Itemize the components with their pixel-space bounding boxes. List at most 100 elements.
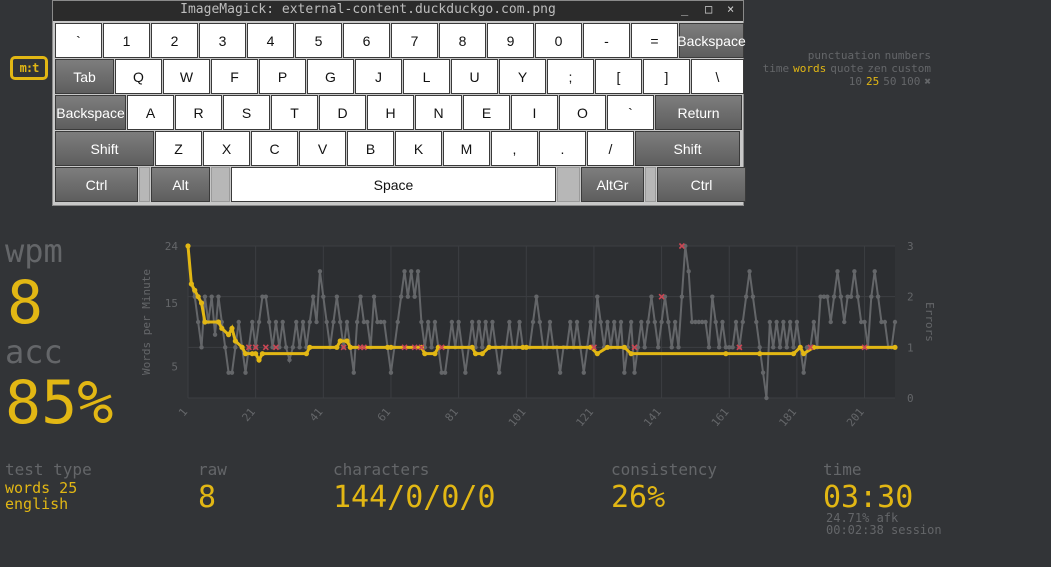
wpm-point bbox=[198, 300, 205, 306]
wrench-icon[interactable]: ✖ bbox=[924, 75, 931, 88]
raw-point bbox=[530, 319, 536, 325]
wpm-point bbox=[621, 344, 627, 350]
raw-point bbox=[568, 319, 573, 325]
key-q: Q bbox=[115, 59, 162, 94]
y2-axis-label: Errors bbox=[923, 302, 936, 342]
raw-label: raw bbox=[198, 460, 227, 479]
y2-tick-label: 2 bbox=[907, 291, 914, 304]
test-type-words: words 25 bbox=[5, 479, 78, 497]
key-h: H bbox=[367, 95, 414, 130]
key-3: 3 bbox=[199, 23, 246, 58]
raw-point bbox=[334, 294, 340, 299]
key-6: 6 bbox=[343, 23, 390, 58]
wpm-point bbox=[185, 243, 191, 249]
key-4: 4 bbox=[247, 23, 294, 58]
wpm-value: 8 bbox=[7, 268, 44, 338]
raw-point bbox=[882, 319, 888, 325]
raw-point bbox=[706, 345, 712, 350]
y2-tick-label: 3 bbox=[907, 240, 914, 253]
key-a: A bbox=[127, 95, 174, 130]
key-/: / bbox=[587, 131, 634, 166]
key-k: K bbox=[395, 131, 442, 166]
wpm-point bbox=[604, 344, 611, 350]
raw-point bbox=[243, 370, 248, 375]
raw-point bbox=[344, 319, 350, 325]
raw-point bbox=[679, 294, 685, 299]
maximize-icon[interactable]: □ bbox=[705, 2, 712, 16]
raw-point bbox=[229, 370, 235, 375]
wpm-point bbox=[232, 338, 238, 344]
raw-point bbox=[828, 319, 833, 325]
key-.: . bbox=[539, 131, 586, 166]
test-type-language: english bbox=[5, 495, 69, 513]
raw-point bbox=[848, 294, 854, 299]
raw-point bbox=[273, 319, 279, 325]
monkeytype-logo[interactable]: m:t bbox=[10, 56, 48, 80]
key-u: U bbox=[451, 59, 498, 94]
count-100[interactable]: 100 bbox=[901, 75, 921, 88]
mode-custom[interactable]: custom bbox=[891, 62, 931, 75]
wpm-point bbox=[242, 351, 249, 357]
key-=: = bbox=[631, 23, 678, 58]
key-c: C bbox=[251, 131, 298, 166]
count-50[interactable]: 50 bbox=[883, 75, 896, 88]
raw-point bbox=[767, 319, 773, 325]
y2-tick-label: 1 bbox=[907, 341, 914, 354]
raw-point bbox=[831, 294, 837, 299]
wpm-point bbox=[192, 287, 198, 293]
key-altgr: AltGr bbox=[581, 167, 644, 202]
mode-quote[interactable]: quote bbox=[830, 62, 863, 75]
raw-point bbox=[537, 319, 543, 325]
raw-point bbox=[730, 345, 735, 350]
key-1: 1 bbox=[103, 23, 150, 58]
key-2: 2 bbox=[151, 23, 198, 58]
wpm-point bbox=[229, 325, 235, 331]
raw-point bbox=[382, 319, 387, 325]
key-m: M bbox=[443, 131, 490, 166]
mode-time[interactable]: time bbox=[763, 62, 790, 75]
raw-point bbox=[317, 269, 323, 274]
wpm-point bbox=[303, 351, 309, 357]
wpm-point bbox=[259, 351, 266, 357]
wpm-point bbox=[892, 344, 898, 350]
raw-point bbox=[358, 294, 363, 299]
wpm-point bbox=[479, 351, 485, 357]
wpm-point bbox=[797, 344, 803, 350]
y2-tick-label: 0 bbox=[907, 392, 914, 405]
raw-point bbox=[869, 294, 874, 299]
key-ctrl: Ctrl bbox=[657, 167, 746, 202]
key-return: Return bbox=[655, 95, 742, 130]
count-25[interactable]: 25 bbox=[866, 75, 879, 88]
minimize-icon[interactable]: _ bbox=[681, 2, 688, 16]
close-icon[interactable]: × bbox=[727, 2, 734, 16]
raw-point bbox=[209, 294, 214, 299]
punctuation-toggle[interactable]: punctuation bbox=[808, 49, 881, 62]
raw-point bbox=[517, 319, 522, 325]
acc-label: acc bbox=[5, 333, 63, 371]
test-config: punctuation numbers time words quote zen cust… bbox=[759, 49, 931, 88]
window-titlebar[interactable]: ImageMagick: external-content.duckduckgo… bbox=[53, 1, 743, 21]
acc-value: 85% bbox=[5, 368, 114, 438]
raw-point bbox=[801, 370, 806, 375]
wpm-point bbox=[188, 281, 194, 287]
count-10[interactable]: 10 bbox=[849, 75, 862, 88]
key-spacer bbox=[139, 167, 150, 202]
raw-point bbox=[497, 370, 502, 375]
raw-point bbox=[415, 269, 421, 274]
mode-zen[interactable]: zen bbox=[867, 62, 887, 75]
raw-point bbox=[777, 345, 783, 350]
raw-point bbox=[774, 319, 779, 325]
raw-point bbox=[686, 269, 691, 274]
raw-point bbox=[250, 319, 255, 325]
raw-point bbox=[297, 345, 302, 350]
time-value: 03:30 bbox=[823, 480, 914, 515]
raw-point bbox=[490, 319, 495, 325]
mode-words[interactable]: words bbox=[793, 62, 826, 75]
key-l: L bbox=[403, 59, 450, 94]
raw-point bbox=[449, 319, 455, 325]
key-t: T bbox=[271, 95, 318, 130]
raw-point bbox=[598, 319, 603, 325]
raw-point bbox=[855, 294, 860, 299]
numbers-toggle[interactable]: numbers bbox=[885, 49, 931, 62]
x-tick-label: 1 bbox=[176, 406, 190, 419]
